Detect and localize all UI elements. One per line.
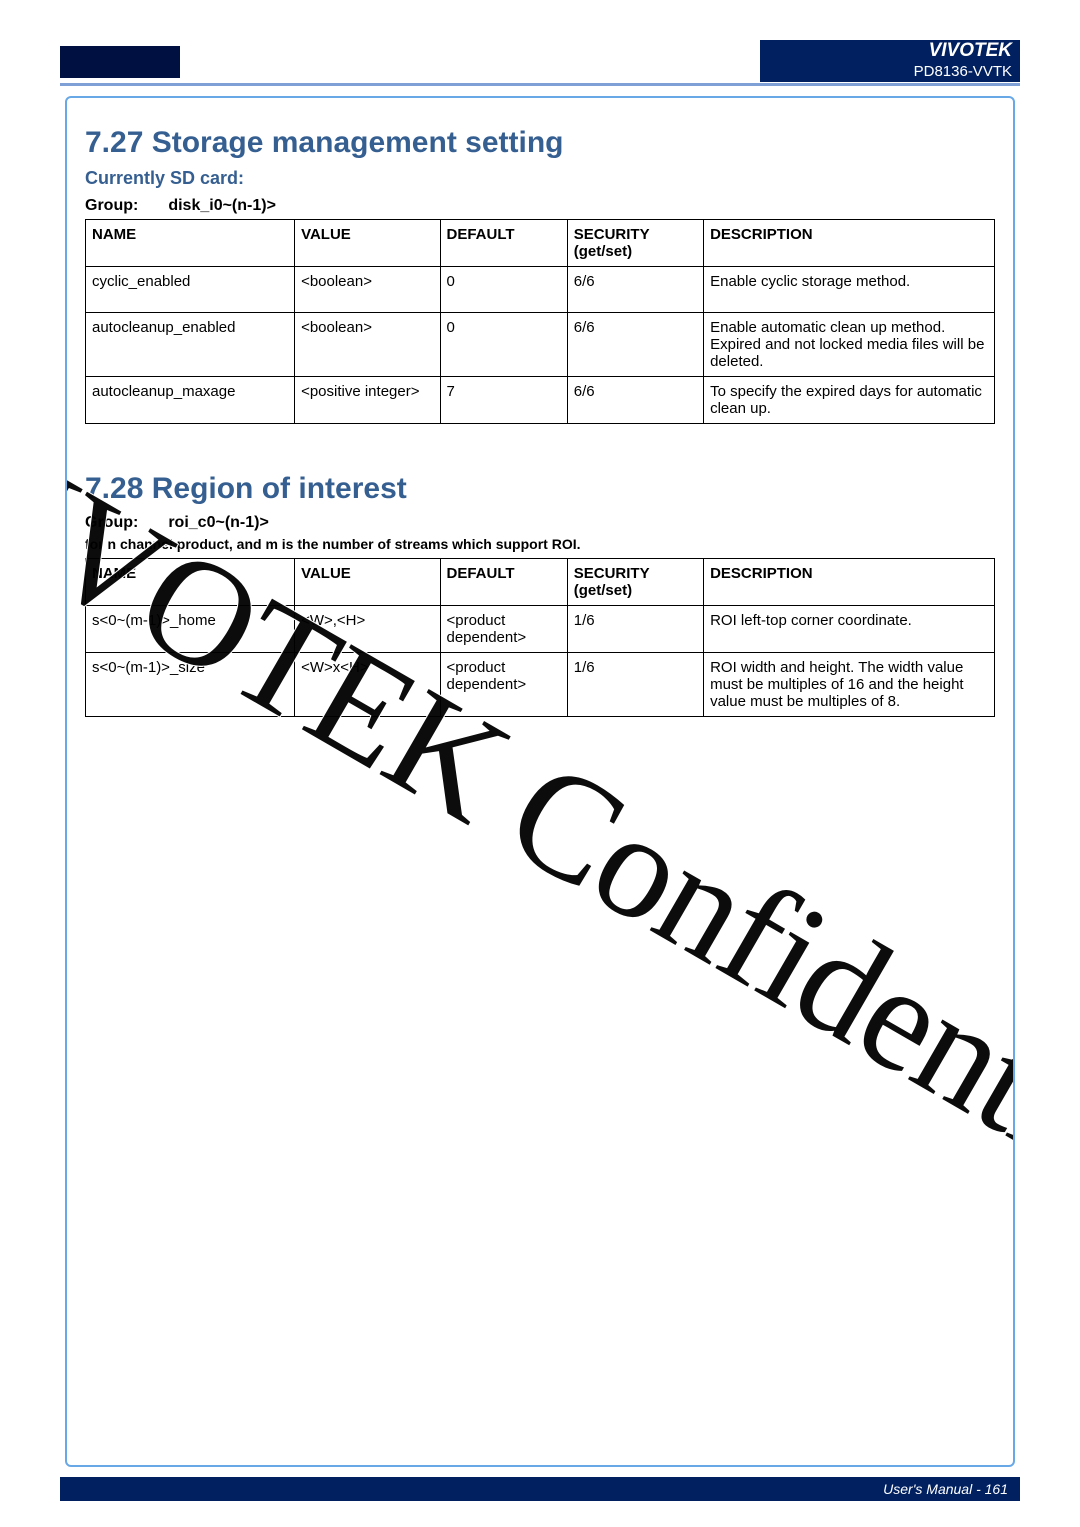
cell-default: 0: [440, 313, 567, 377]
watermark-text: VIVOTEK Confidential: [65, 381, 1015, 1237]
section-727-title: 7.27 Storage management setting: [85, 126, 995, 160]
cell-name: cyclic_enabled: [86, 267, 295, 313]
col-desc: DESCRIPTION: [704, 559, 995, 606]
model-label: PD8136-VVTK: [760, 62, 1020, 82]
col-security: SECURITY (get/set): [567, 220, 703, 267]
cell-sec: 6/6: [567, 313, 703, 377]
section-727-group: Group: disk_i0~(n-1)>: [85, 197, 995, 215]
cell-name: s<0~(m-1)>_home: [86, 606, 295, 653]
logo-box: [60, 46, 180, 78]
cell-desc: ROI left-top corner coordinate.: [704, 606, 995, 653]
cell-desc: To specify the expired days for automati…: [704, 377, 995, 424]
cell-value: <positive integer>: [295, 377, 440, 424]
table-row: s<0~(m-1)>_home <W>,<H> <product depende…: [86, 606, 995, 653]
cell-default: <product dependent>: [440, 653, 567, 717]
cell-desc: Enable automatic clean up method. Expire…: [704, 313, 995, 377]
col-desc: DESCRIPTION: [704, 220, 995, 267]
section-727-subtitle: Currently SD card:: [85, 168, 995, 189]
cell-sec: 6/6: [567, 267, 703, 313]
cell-default: 7: [440, 377, 567, 424]
cell-desc: Enable cyclic storage method.: [704, 267, 995, 313]
cell-sec: 1/6: [567, 606, 703, 653]
cell-name: autocleanup_enabled: [86, 313, 295, 377]
cell-name: s<0~(m-1)>_size: [86, 653, 295, 717]
table-row: cyclic_enabled <boolean> 0 6/6 Enable cy…: [86, 267, 995, 313]
col-default: DEFAULT: [440, 559, 567, 606]
cell-value: <W>,<H>: [295, 606, 440, 653]
col-name: NAME: [86, 220, 295, 267]
section-728-title: 7.28 Region of interest: [85, 472, 995, 506]
cell-sec: 6/6: [567, 377, 703, 424]
table-row: autocleanup_enabled <boolean> 0 6/6 Enab…: [86, 313, 995, 377]
cell-desc: ROI width and height. The width value mu…: [704, 653, 995, 717]
cell-name: autocleanup_maxage: [86, 377, 295, 424]
cell-default: <product dependent>: [440, 606, 567, 653]
table-header-row: NAME VALUE DEFAULT SECURITY (get/set) DE…: [86, 559, 995, 606]
cell-default: 0: [440, 267, 567, 313]
col-default: DEFAULT: [440, 220, 567, 267]
header-bar: VIVOTEK PD8136-VVTK: [60, 48, 1020, 86]
cell-sec: 1/6: [567, 653, 703, 717]
col-name: NAME: [86, 559, 295, 606]
group-value: disk_i0~(n-1)>: [168, 197, 276, 215]
col-value: VALUE: [295, 559, 440, 606]
table-728: NAME VALUE DEFAULT SECURITY (get/set) DE…: [85, 558, 995, 717]
group-value: roi_c0~(n-1)>: [168, 514, 268, 532]
watermark-outline: VIVOTEK Confidential: [65, 381, 1015, 1237]
group-prefix: Group:: [85, 197, 138, 215]
cell-value: <boolean>: [295, 267, 440, 313]
cell-value: <W>x<H>: [295, 653, 440, 717]
table-header-row: NAME VALUE DEFAULT SECURITY (get/set) DE…: [86, 220, 995, 267]
footer-right: User's Manual - 161: [883, 1481, 1008, 1497]
brand-label: VIVOTEK: [760, 40, 1020, 62]
section-728-group: Group: roi_c0~(n-1)>: [85, 514, 995, 532]
footer-bar: User's Manual - 161: [60, 1477, 1020, 1501]
col-value: VALUE: [295, 220, 440, 267]
content-frame: 7.27 Storage management setting Currentl…: [65, 96, 1015, 1467]
table-row: s<0~(m-1)>_size <W>x<H> <product depende…: [86, 653, 995, 717]
table-727: NAME VALUE DEFAULT SECURITY (get/set) DE…: [85, 219, 995, 424]
group-note-text: for n channel product, and m is the numb…: [85, 536, 995, 552]
group-prefix: Group:: [85, 514, 138, 532]
col-security: SECURITY (get/set): [567, 559, 703, 606]
table-row: autocleanup_maxage <positive integer> 7 …: [86, 377, 995, 424]
cell-value: <boolean>: [295, 313, 440, 377]
